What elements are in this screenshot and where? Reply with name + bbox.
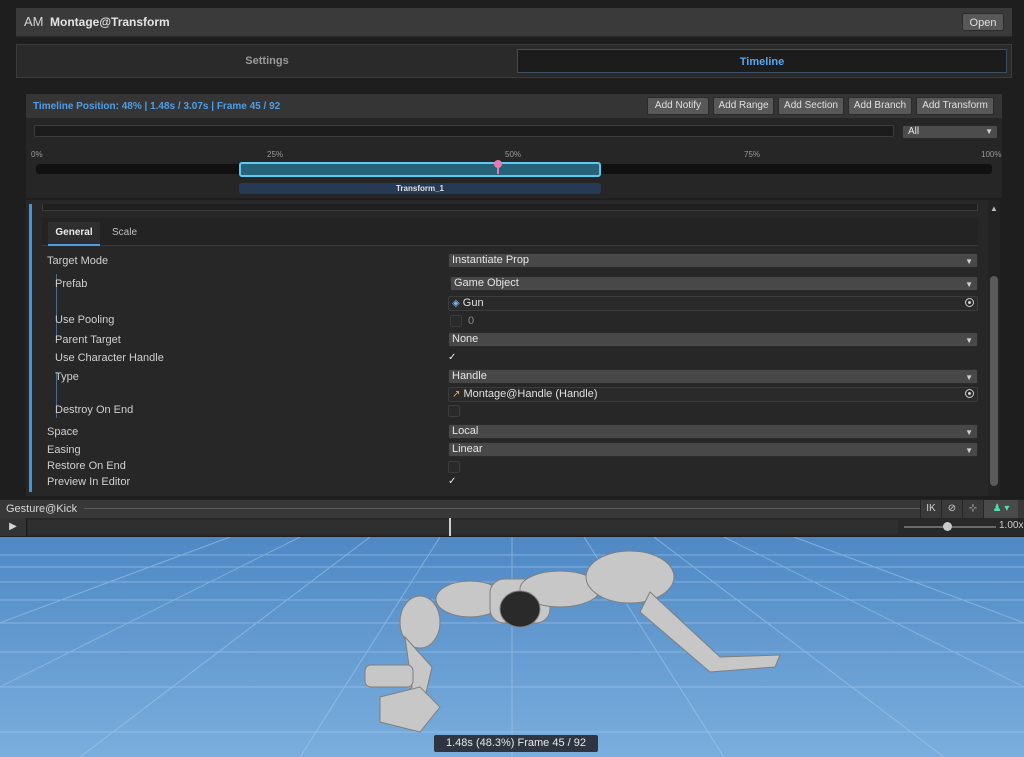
scrollbar-thumb[interactable] [990, 276, 998, 486]
tick-label: 100% [981, 150, 1002, 159]
open-button[interactable]: Open [962, 13, 1004, 31]
add-section-button[interactable]: Add Section [778, 97, 844, 115]
track-filter-value: All [908, 126, 920, 137]
preview-in-editor-checkbox[interactable]: ✓ [448, 476, 460, 488]
tab-timeline[interactable]: Timeline [517, 49, 1007, 73]
chevron-down-icon: ▼ [965, 336, 973, 345]
timeline-toolbar: Timeline Position: 48% | 1.48s / 3.07s |… [26, 94, 1002, 118]
timeline-position-readout: Timeline Position: 48% | 1.48s / 3.07s |… [33, 101, 281, 112]
handle-object-field[interactable]: ↗ Montage@Handle (Handle) [448, 387, 978, 402]
tick-label: 25% [267, 150, 284, 159]
space-value: Local [452, 425, 479, 437]
tab-settings[interactable]: Settings [21, 49, 513, 73]
parent-target-dropdown[interactable]: None ▼ [448, 332, 978, 347]
speed-slider-handle[interactable] [943, 522, 952, 531]
scroll-up-icon[interactable]: ▲ [990, 204, 998, 213]
chevron-down-icon: ▼ [965, 373, 973, 382]
avatar-icon[interactable]: ♟ ▾ [983, 500, 1018, 518]
easing-value: Linear [452, 443, 483, 455]
add-branch-button[interactable]: Add Branch [848, 97, 912, 115]
pool-count-value: 0 [468, 315, 475, 327]
chevron-down-icon: ▼ [965, 280, 973, 289]
chevron-down-icon: ▼ [985, 127, 993, 136]
restore-on-end-label: Restore On End [47, 460, 126, 472]
app-logo: AM [24, 14, 44, 29]
inspector-subtabs: General Scale [42, 218, 978, 246]
preview-toolbar: Gesture@Kick IK ⊘ ⊹ ♟ ▾ [0, 499, 1024, 518]
play-icon[interactable]: ▶ [0, 518, 27, 536]
inspector-panel: General Scale Target Mode Instantiate Pr… [26, 200, 988, 496]
track-filter-select[interactable]: All ▼ [902, 125, 998, 139]
preview-divider [84, 508, 920, 509]
chevron-down-icon: ▼ [965, 257, 973, 266]
preview-in-editor-label: Preview In Editor [47, 476, 131, 488]
use-pooling-checkbox[interactable] [450, 315, 462, 327]
clip-label: Transform_1 [239, 183, 601, 194]
preview-playhead[interactable] [449, 518, 451, 536]
viewport-scene [0, 537, 1024, 757]
restore-on-end-checkbox[interactable] [448, 461, 460, 473]
ik-toggle-button[interactable]: IK [920, 500, 941, 518]
easing-dropdown[interactable]: Linear ▼ [448, 442, 978, 457]
prefab-label: Prefab [55, 278, 88, 290]
chevron-down-icon: ▼ [965, 446, 973, 455]
target-mode-value: Instantiate Prop [452, 254, 530, 266]
speed-value: 1.00x [999, 520, 1024, 531]
type-dropdown[interactable]: Handle ▼ [448, 369, 978, 384]
tick-label: 50% [505, 150, 522, 159]
axis-icon[interactable]: ⊹ [962, 500, 983, 518]
transform-clip[interactable] [239, 162, 601, 177]
chevron-down-icon: ▼ [965, 428, 973, 437]
preview-animation-name: Gesture@Kick [6, 503, 78, 515]
use-character-handle-checkbox[interactable]: ✓ [448, 352, 460, 364]
object-picker-icon[interactable] [965, 389, 974, 398]
preview-controls: ▶ [0, 518, 1024, 536]
object-picker-icon[interactable] [965, 298, 974, 307]
add-notify-button[interactable]: Add Notify [647, 97, 709, 115]
cube-icon: ◈ [452, 298, 460, 309]
handle-object-value: Montage@Handle (Handle) [463, 388, 598, 400]
type-value: Handle [452, 370, 487, 382]
playhead-handle[interactable] [494, 160, 502, 168]
add-range-button[interactable]: Add Range [713, 97, 774, 115]
tick-label: 0% [31, 150, 43, 159]
use-character-handle-label: Use Character Handle [55, 352, 164, 364]
preview-status: 1.48s (48.3%) Frame 45 / 92 [434, 735, 598, 752]
destroy-on-end-label: Destroy On End [55, 404, 134, 416]
pivot-icon[interactable]: ⊘ [941, 500, 962, 518]
subtab-scale[interactable]: Scale [112, 222, 137, 244]
target-mode-dropdown[interactable]: Instantiate Prop ▼ [448, 253, 978, 268]
inspector-top-edge [42, 204, 978, 211]
use-pooling-label: Use Pooling [55, 314, 115, 326]
preview-viewport[interactable] [0, 537, 1024, 757]
parent-target-value: None [452, 333, 479, 345]
prefab-kind-value: Game Object [454, 277, 519, 289]
inspector-scrollbar[interactable]: ▲ [988, 200, 1000, 496]
easing-label: Easing [47, 444, 81, 456]
main-tabs: Settings Timeline [16, 44, 1012, 78]
prefab-kind-dropdown[interactable]: Game Object ▼ [450, 276, 978, 291]
timeline-scrollbar[interactable] [34, 125, 894, 137]
parent-target-label: Parent Target [55, 334, 121, 346]
window-title: Montage@Transform [50, 15, 170, 29]
space-dropdown[interactable]: Local ▼ [448, 424, 978, 439]
destroy-on-end-checkbox[interactable] [448, 405, 460, 417]
tick-label: 75% [744, 150, 761, 159]
window-header: AM Montage@Transform Open [16, 8, 1012, 37]
handle-icon: ↗ [452, 389, 461, 400]
prefab-object-value: Gun [462, 297, 484, 309]
selection-accent [29, 204, 32, 492]
prefab-object-field[interactable]: ◈ Gun [448, 296, 978, 311]
add-transform-button[interactable]: Add Transform [916, 97, 994, 115]
type-label: Type [55, 371, 79, 383]
target-mode-label: Target Mode [47, 255, 109, 267]
subtab-general[interactable]: General [48, 222, 100, 246]
preview-scrubber[interactable] [28, 520, 898, 534]
timeline-panel: Timeline Position: 48% | 1.48s / 3.07s |… [26, 94, 1002, 198]
space-label: Space [47, 426, 79, 438]
